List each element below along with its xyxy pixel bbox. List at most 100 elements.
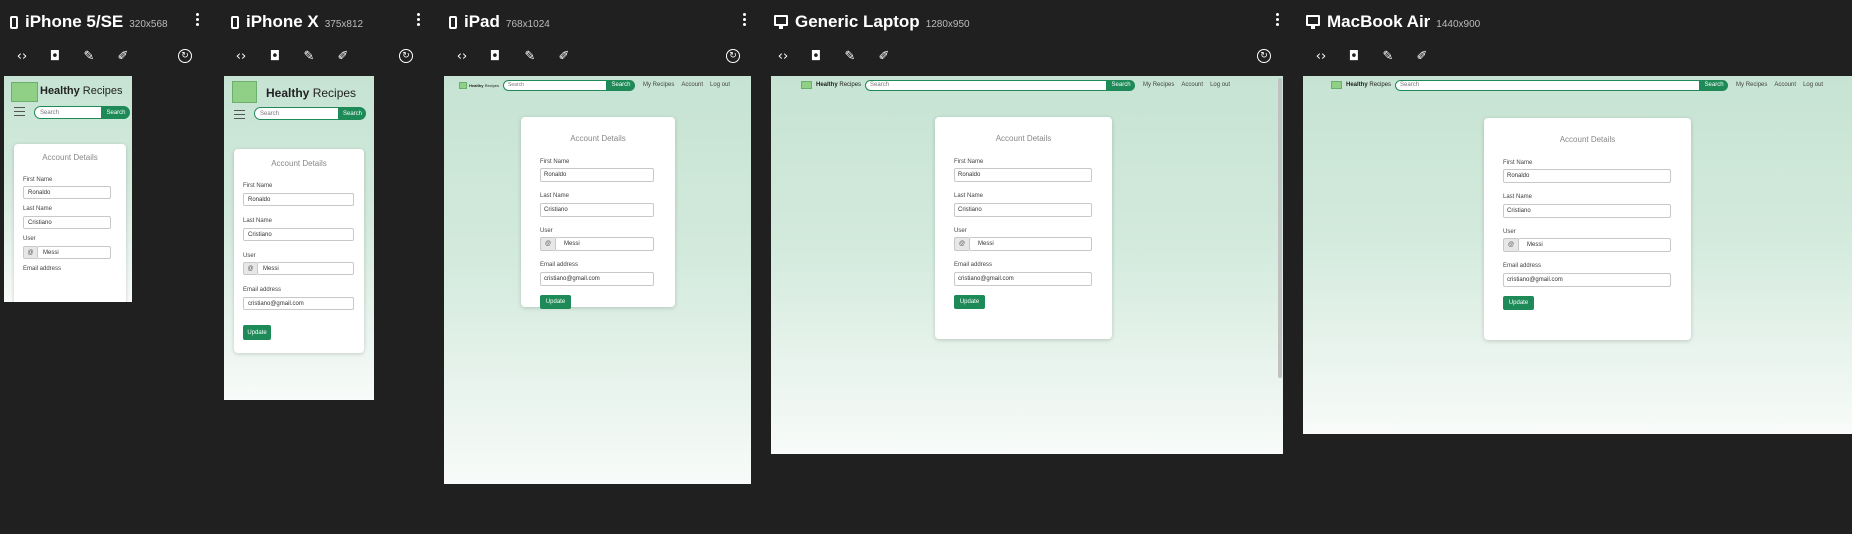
card-title: Account Details	[995, 134, 1052, 143]
rotate-icon[interactable]: ↻	[1257, 49, 1271, 63]
brand-bold: Healthy	[469, 82, 484, 88]
nav-links: My Recipes Account Log out	[1136, 82, 1230, 88]
edit-icon[interactable]: ✐	[555, 47, 573, 65]
hamburger-icon[interactable]	[14, 107, 25, 119]
user-field[interactable]: Messi	[555, 237, 654, 251]
nav-my-recipes[interactable]: My Recipes	[1736, 82, 1767, 88]
device-menu-icon[interactable]	[417, 13, 421, 27]
last-name-field[interactable]: Cristiano	[23, 216, 111, 229]
scrollbar[interactable]	[1278, 78, 1282, 378]
first-name-field[interactable]: Ronaldo	[23, 186, 111, 199]
user-field[interactable]: Messi	[37, 246, 111, 259]
code-icon[interactable]: ‹›	[774, 47, 792, 65]
first-name-field[interactable]: Ronaldo	[1503, 169, 1671, 183]
camera-icon[interactable]: ◘	[266, 47, 284, 65]
nav-logout[interactable]: Log out	[1803, 82, 1823, 88]
update-button[interactable]: Update	[1503, 296, 1534, 310]
code-icon[interactable]: ‹›	[1312, 47, 1330, 65]
camera-icon[interactable]: ◘	[486, 47, 504, 65]
code-icon[interactable]: ‹›	[13, 47, 31, 65]
search-button[interactable]: Search	[607, 79, 636, 91]
search-input[interactable]: Search	[1395, 79, 1701, 91]
edit-icon[interactable]: ✐	[1413, 47, 1431, 65]
nav-my-recipes[interactable]: My Recipes	[643, 82, 674, 88]
last-name-field[interactable]: Cristiano	[540, 203, 654, 217]
nav-my-recipes[interactable]: My Recipes	[1143, 82, 1174, 88]
email-value: cristiano@gmail.com	[248, 300, 304, 307]
last-name-field[interactable]: Cristiano	[954, 203, 1092, 217]
card-title: Account Details	[271, 159, 327, 168]
nav-logout[interactable]: Log out	[1210, 82, 1230, 88]
user-label: User	[540, 228, 553, 234]
nav-logout[interactable]: Log out	[710, 82, 730, 88]
brand-rest: Recipes	[483, 82, 500, 88]
user-prefix: @	[243, 262, 257, 275]
search-button[interactable]: Search	[102, 106, 130, 119]
code-icon[interactable]: ‹›	[232, 47, 250, 65]
first-name-field[interactable]: Ronaldo	[540, 168, 654, 182]
card-title: Account Details	[1559, 135, 1616, 144]
edit-icon[interactable]: ✐	[334, 47, 352, 65]
search-button-label: Search	[1111, 82, 1131, 88]
device-menu-icon[interactable]	[1276, 13, 1280, 27]
brand-bold: Healthy	[266, 86, 310, 100]
monitor-icon	[774, 15, 788, 29]
search-input[interactable]: Search	[34, 106, 102, 119]
search-button[interactable]: Search	[339, 107, 366, 120]
user-field[interactable]: Messi	[257, 262, 354, 275]
user-field[interactable]: Messi	[969, 237, 1092, 251]
user-prefix-text: @	[544, 241, 552, 247]
email-field[interactable]: cristiano@gmail.com	[540, 272, 654, 286]
first-name-field[interactable]: Ronaldo	[954, 168, 1092, 182]
email-label: Email address	[540, 262, 579, 268]
user-prefix: @	[540, 237, 555, 251]
eyedropper-icon[interactable]: ✎	[80, 47, 98, 65]
edit-icon[interactable]: ✐	[875, 47, 893, 65]
eyedropper-icon[interactable]: ✎	[1379, 47, 1397, 65]
user-field[interactable]: Messi	[1518, 238, 1671, 252]
camera-icon[interactable]: ◘	[807, 47, 825, 65]
update-button[interactable]: Update	[243, 325, 271, 340]
last-name-field[interactable]: Cristiano	[243, 228, 354, 241]
email-label: Email address	[1503, 263, 1542, 269]
hamburger-icon[interactable]	[234, 110, 245, 122]
rotate-icon[interactable]: ↻	[399, 49, 413, 63]
device-header: MacBook Air 1440x900	[1306, 12, 1480, 32]
brand: Healthy Recipes	[469, 83, 499, 88]
brand-bold: Healthy	[1346, 82, 1368, 88]
eyedropper-icon[interactable]: ✎	[521, 47, 539, 65]
search-placeholder: Search	[1400, 82, 1420, 88]
device-menu-icon[interactable]	[196, 13, 200, 27]
user-label: User	[23, 236, 36, 242]
search-button[interactable]: Search	[1700, 79, 1729, 91]
camera-icon[interactable]: ◘	[1345, 47, 1363, 65]
rotate-icon[interactable]: ↻	[178, 49, 192, 63]
nav-account[interactable]: Account	[1181, 82, 1203, 88]
search-input[interactable]: Search	[503, 79, 608, 91]
update-button[interactable]: Update	[540, 295, 571, 309]
first-name-field[interactable]: Ronaldo	[243, 193, 354, 206]
search-button[interactable]: Search	[1107, 79, 1136, 91]
device-menu-icon[interactable]	[743, 13, 747, 27]
last-name-field[interactable]: Cristiano	[1503, 204, 1671, 218]
rotate-icon[interactable]: ↻	[726, 49, 740, 63]
update-button[interactable]: Update	[954, 295, 985, 309]
user-prefix-text: @	[958, 241, 966, 247]
device-size: 375x812	[324, 18, 364, 30]
code-icon[interactable]: ‹›	[453, 47, 471, 65]
email-field[interactable]: cristiano@gmail.com	[243, 297, 354, 310]
account-card: Account Details First Name Ronaldo Last …	[935, 117, 1112, 339]
eyedropper-icon[interactable]: ✎	[300, 47, 318, 65]
nav-account[interactable]: Account	[681, 82, 703, 88]
edit-icon[interactable]: ✐	[114, 47, 132, 65]
search-input[interactable]: Search	[254, 107, 339, 120]
search-input[interactable]: Search	[865, 79, 1108, 91]
email-field[interactable]: cristiano@gmail.com	[954, 272, 1092, 286]
device-screen: Healthy Recipes Search Search Account De…	[4, 76, 132, 302]
nav-account[interactable]: Account	[1774, 82, 1796, 88]
eyedropper-icon[interactable]: ✎	[841, 47, 859, 65]
monitor-icon	[1306, 15, 1320, 29]
device-size: 1440x900	[1436, 18, 1481, 30]
camera-icon[interactable]: ◘	[46, 47, 64, 65]
email-field[interactable]: cristiano@gmail.com	[1503, 273, 1671, 287]
